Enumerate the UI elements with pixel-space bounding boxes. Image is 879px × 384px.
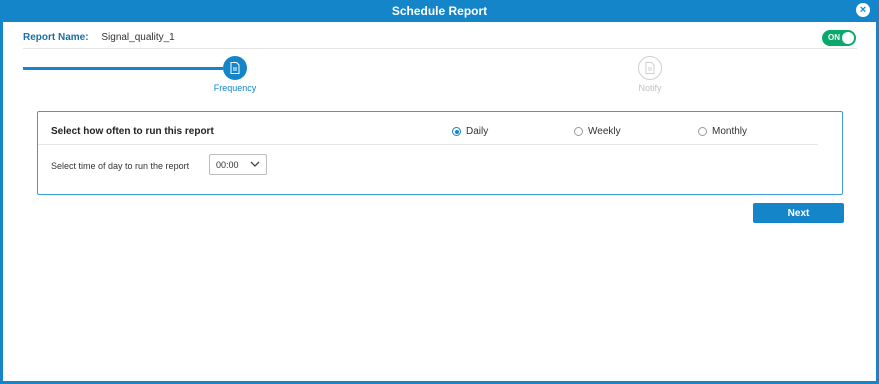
close-icon[interactable]: × bbox=[856, 3, 870, 17]
radio-dot bbox=[452, 127, 461, 136]
radio-weekly-label: Weekly bbox=[588, 126, 621, 137]
report-name-row: Report Name: Signal_quality_1 bbox=[23, 32, 175, 43]
step-notify-label: Notify bbox=[638, 83, 662, 93]
panel-divider bbox=[38, 144, 818, 145]
radio-dot bbox=[698, 127, 707, 136]
frequency-panel: Select how often to run this report Dail… bbox=[37, 111, 843, 195]
radio-monthly-label: Monthly bbox=[712, 126, 748, 137]
step-notify[interactable]: Notify bbox=[610, 56, 690, 93]
report-name-label: Report Name: bbox=[23, 32, 89, 43]
next-button[interactable]: Next bbox=[753, 203, 844, 223]
radio-daily-label: Daily bbox=[466, 126, 489, 137]
schedule-report-dialog: Schedule Report × Report Name: Signal_qu… bbox=[0, 0, 879, 384]
step-frequency-label: Frequency bbox=[213, 83, 257, 93]
radio-weekly[interactable]: Weekly bbox=[574, 126, 621, 137]
document-icon bbox=[638, 56, 662, 80]
document-icon bbox=[223, 56, 247, 80]
time-select[interactable]: 00:00 bbox=[209, 154, 267, 175]
toggle-label: ON bbox=[828, 33, 840, 42]
chevron-down-icon bbox=[250, 161, 260, 167]
enable-toggle[interactable]: ON bbox=[822, 30, 856, 46]
radio-monthly[interactable]: Monthly bbox=[698, 126, 747, 137]
radio-dot bbox=[574, 127, 583, 136]
frequency-question: Select how often to run this report bbox=[51, 126, 214, 137]
divider bbox=[23, 48, 857, 49]
dialog-title: Schedule Report bbox=[0, 0, 879, 22]
progress-line bbox=[23, 67, 223, 70]
step-frequency[interactable]: Frequency bbox=[195, 56, 275, 93]
time-value: 00:00 bbox=[216, 160, 239, 170]
report-name-value: Signal_quality_1 bbox=[101, 32, 175, 43]
toggle-knob bbox=[842, 32, 854, 44]
time-label: Select time of day to run the report bbox=[51, 161, 190, 171]
radio-daily[interactable]: Daily bbox=[452, 126, 488, 137]
